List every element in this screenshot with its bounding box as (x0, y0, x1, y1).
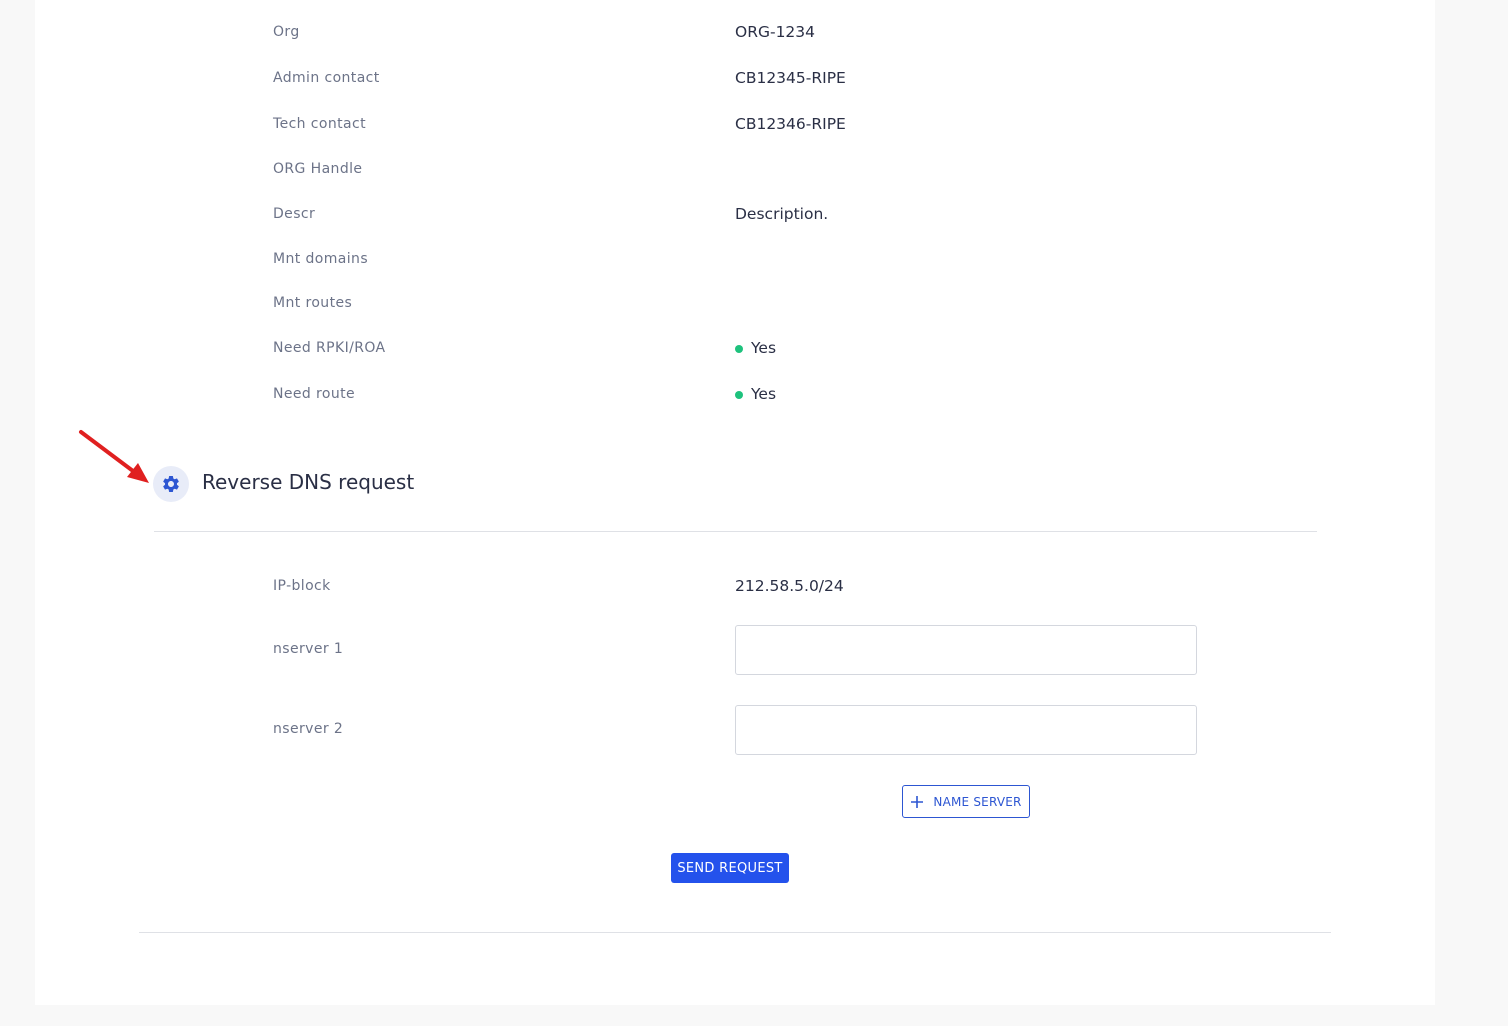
admin-contact-label: Admin contact (273, 70, 380, 86)
org-label: Org (273, 24, 300, 40)
annotation-arrow-icon (79, 430, 149, 483)
admin-contact-value: CB12345-RIPE (735, 69, 846, 87)
need-rpki-roa-value: Yes (751, 339, 777, 357)
status-dot-icon (735, 345, 743, 353)
status-dot-icon (735, 391, 743, 399)
nserver-1-input[interactable] (735, 625, 1197, 675)
mnt-routes-label: Mnt routes (273, 295, 353, 311)
tech-contact-value: CB12346-RIPE (735, 115, 846, 133)
add-name-server-button[interactable]: NAME SERVER (902, 785, 1030, 818)
org-value: ORG-1234 (735, 23, 816, 41)
nserver-2-label: nserver 2 (273, 721, 344, 737)
ip-block-value: 212.58.5.0/24 (735, 577, 844, 595)
plus-icon (911, 795, 924, 808)
add-name-server-label: NAME SERVER (933, 794, 1022, 809)
gear-icon (163, 476, 179, 492)
reverse-dns-title: Reverse DNS request (202, 470, 415, 494)
nserver-2-input[interactable] (735, 705, 1197, 755)
need-route-label: Need route (273, 386, 356, 402)
need-route-value: Yes (751, 385, 777, 403)
org-handle-label: ORG Handle (273, 161, 363, 177)
section-icon (153, 466, 189, 502)
section-divider (154, 531, 1317, 532)
need-rpki-roa-label: Need RPKI/ROA (273, 340, 386, 356)
nserver-1-label: nserver 1 (273, 641, 344, 657)
tech-contact-label: Tech contact (273, 116, 366, 132)
mnt-domains-label: Mnt domains (273, 251, 369, 267)
ip-block-label: IP-block (273, 578, 331, 594)
main-card: Org ORG-1234 Admin contact CB12345-RIPE … (35, 0, 1435, 1005)
send-request-button[interactable]: SEND REQUEST (671, 853, 789, 883)
descr-label: Descr (273, 206, 316, 222)
bottom-divider (139, 932, 1331, 933)
descr-value: Description. (735, 205, 829, 223)
